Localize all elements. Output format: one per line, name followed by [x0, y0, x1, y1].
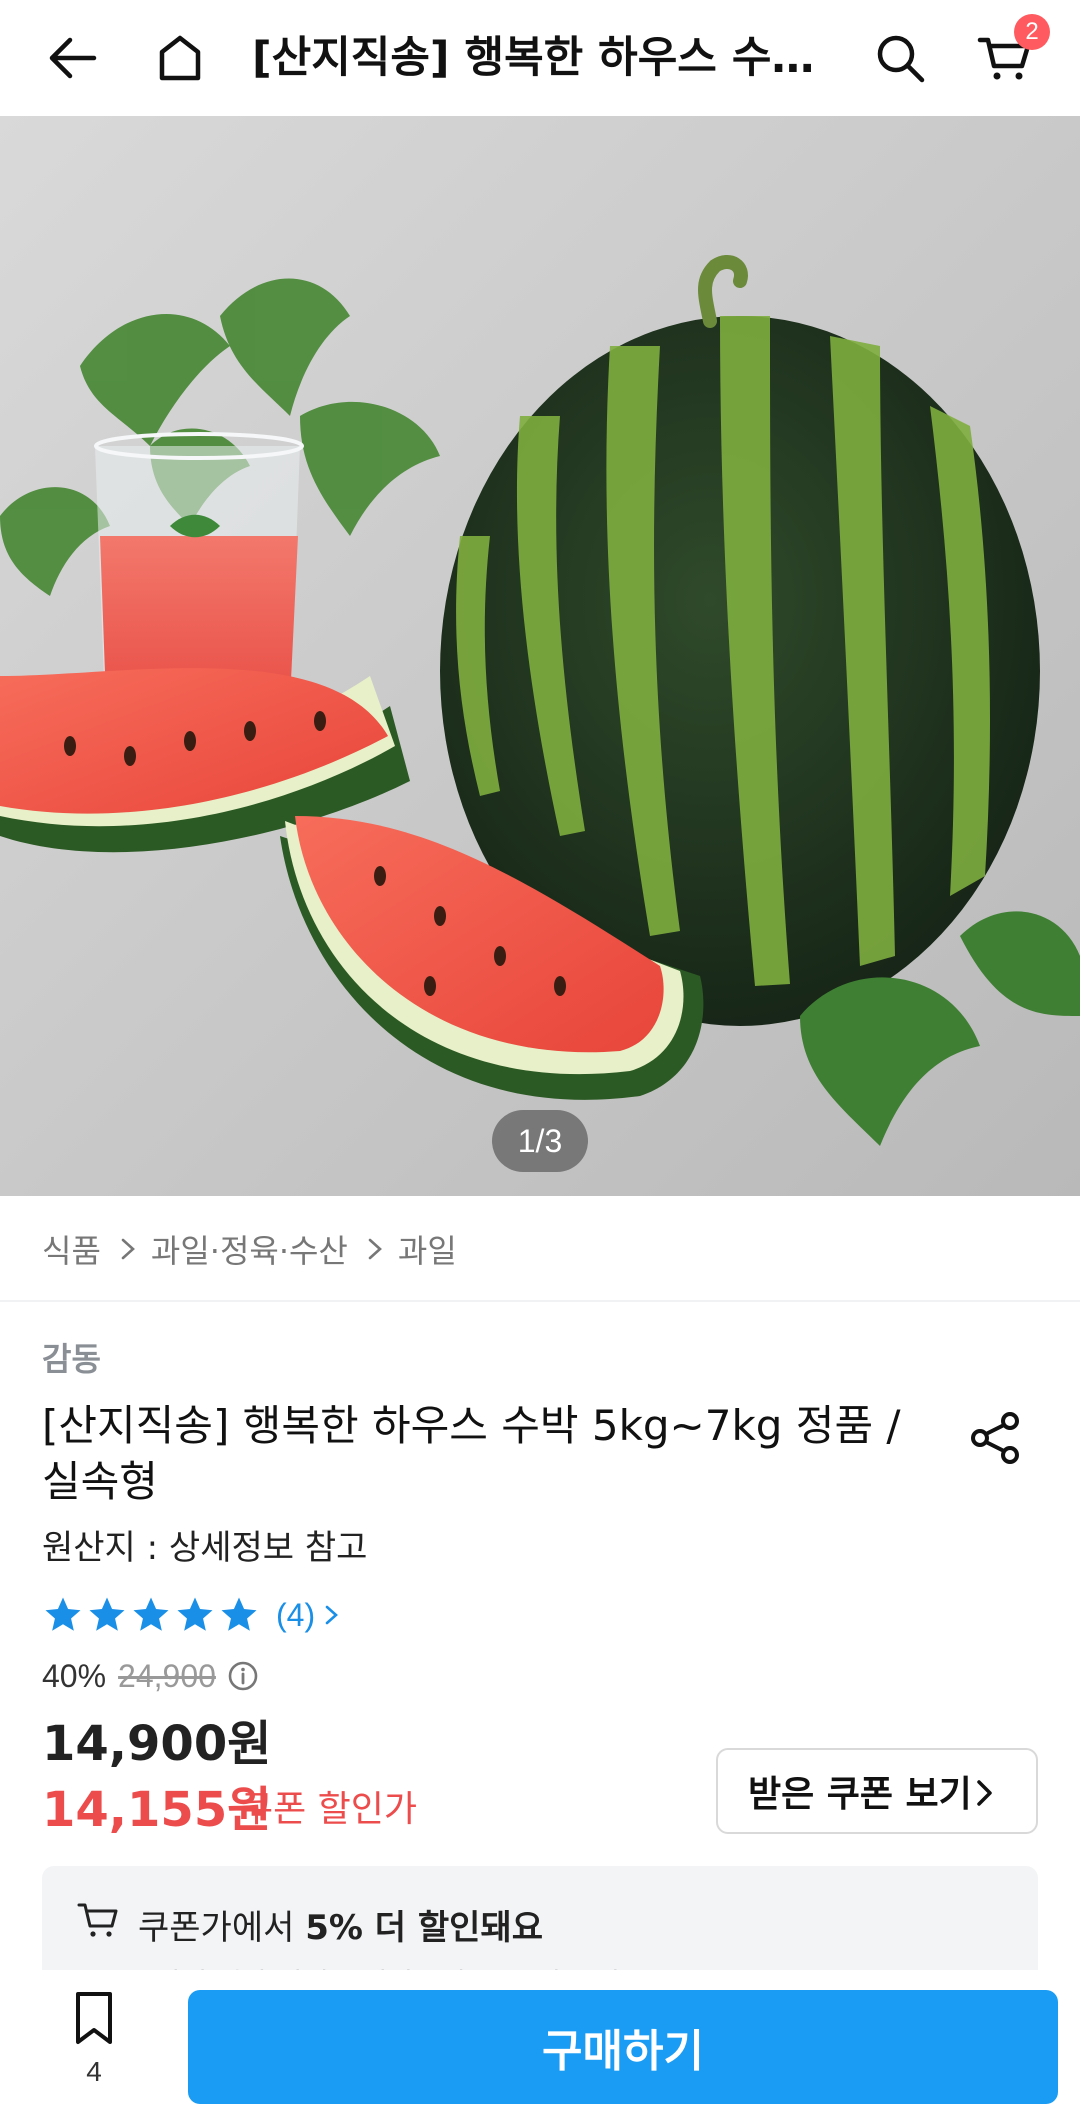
product-image	[0, 116, 1080, 1196]
rating-row[interactable]: (4)	[42, 1590, 345, 1640]
cart-icon	[77, 1903, 118, 1937]
product-image-carousel[interactable]: 1/3	[0, 116, 1080, 1196]
page-title: [산지직송] 행복한 하우스 수박 5kg~7kg 정품 / 실속형	[252, 33, 832, 83]
breadcrumb-item-food[interactable]: 식품	[42, 1226, 101, 1272]
origin-info: 원산지 : 상세정보 참고	[42, 1528, 368, 1568]
coupon-price-label: 쿠폰 할인가	[240, 1789, 418, 1830]
promo-text: 쿠폰가에서 5% 더 할인돼요	[138, 1900, 543, 1949]
sale-price: 14,900원	[42, 1716, 272, 1772]
chevron-right-icon	[368, 1238, 382, 1260]
view-coupons-button[interactable]: 받은 쿠폰 보기	[716, 1748, 1038, 1834]
discount-row: 40% 24,900	[42, 1652, 260, 1700]
promo-text-prefix: 쿠폰가에서	[138, 1908, 306, 1948]
info-icon[interactable]	[226, 1659, 260, 1693]
chevron-right-icon	[121, 1238, 135, 1260]
chevron-right-icon	[977, 1780, 992, 1806]
wishlist-button[interactable]: 4	[56, 1988, 132, 2108]
promo-text-bold: 5% 더 할인돼요	[305, 1908, 544, 1948]
section-divider	[0, 1300, 1080, 1302]
product-title: [산지직송] 행복한 하우스 수박 5kg~7kg 정품 / 실속형	[42, 1401, 901, 1506]
image-pager-indicator: 1/3	[492, 1110, 588, 1172]
original-price: 24,900	[118, 1657, 216, 1694]
cart-count-badge: 2	[1014, 14, 1050, 50]
rating-stars	[42, 1594, 260, 1636]
bottom-action-bar: 4 구매하기	[0, 1970, 1080, 2123]
bookmark-icon	[76, 1992, 112, 2044]
discount-percent: 40%	[42, 1657, 107, 1694]
star-icon	[133, 1597, 169, 1631]
review-count: (4)	[276, 1596, 316, 1633]
chevron-right-icon	[325, 1605, 339, 1625]
share-icon[interactable]	[966, 1408, 1026, 1468]
back-arrow-icon[interactable]	[38, 24, 106, 92]
star-icon	[45, 1597, 81, 1631]
home-icon[interactable]	[146, 24, 214, 92]
breadcrumb-item-fruit-meat-seafood[interactable]: 과일·정육·수산	[151, 1226, 348, 1272]
view-coupons-label: 받은 쿠폰 보기	[748, 1774, 972, 1815]
wishlist-count: 4	[86, 2056, 102, 2087]
top-app-bar: [산지직송] 행복한 하우스 수박 5kg~7kg 정품 / 실속형 2	[0, 0, 1080, 116]
search-icon[interactable]	[866, 24, 934, 92]
star-icon	[177, 1597, 213, 1631]
star-icon	[89, 1597, 125, 1631]
breadcrumb: 식품 과일·정육·수산 과일	[42, 1224, 457, 1274]
buy-button[interactable]: 구매하기	[188, 1990, 1058, 2104]
brand-name[interactable]: 감동	[42, 1334, 101, 1380]
star-icon	[221, 1597, 257, 1631]
coupon-price: 14,155원	[42, 1782, 272, 1838]
breadcrumb-item-fruit[interactable]: 과일	[398, 1226, 457, 1272]
